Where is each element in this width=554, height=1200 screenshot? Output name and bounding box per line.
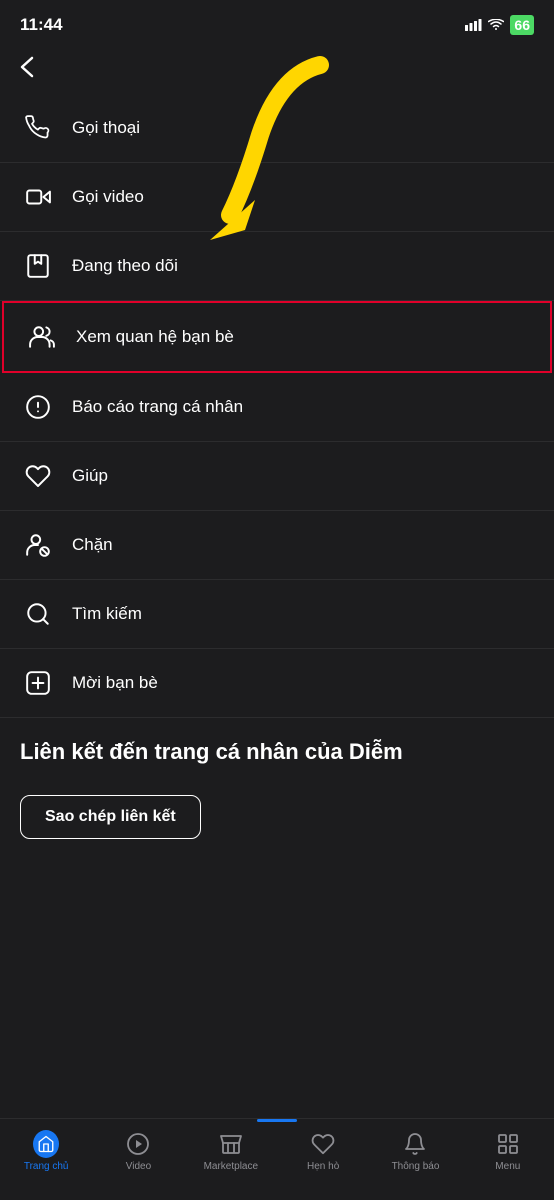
nav-label-menu: Menu bbox=[495, 1161, 520, 1172]
store-icon bbox=[218, 1131, 244, 1157]
signal-icon bbox=[465, 19, 482, 31]
menu-item-bao-cao[interactable]: Báo cáo trang cá nhân bbox=[0, 373, 554, 442]
nav-label-hen-ho: Hẹn hò bbox=[307, 1161, 339, 1172]
menu-label-xem-quan-he: Xem quan hệ bạn bè bbox=[76, 327, 234, 347]
menu-list: Gọi thoại Gọi video Đang theo dõi Xem qu… bbox=[0, 94, 554, 718]
nav-label-thong-bao: Thông báo bbox=[392, 1161, 440, 1172]
nav-item-menu[interactable]: Menu bbox=[462, 1127, 554, 1172]
menu-item-giup[interactable]: Giúp bbox=[0, 442, 554, 511]
nav-item-marketplace[interactable]: Marketplace bbox=[185, 1127, 277, 1172]
video-icon bbox=[20, 179, 56, 215]
add-person-icon bbox=[20, 665, 56, 701]
battery-indicator: 66 bbox=[510, 15, 534, 35]
menu-label-moi-ban-be: Mời bạn bè bbox=[72, 673, 158, 693]
alert-icon bbox=[20, 389, 56, 425]
nav-item-video[interactable]: Video bbox=[92, 1127, 184, 1172]
status-time: 11:44 bbox=[20, 15, 63, 35]
phone-icon bbox=[20, 110, 56, 146]
wifi-icon bbox=[488, 19, 504, 31]
menu-label-goi-thoai: Gọi thoại bbox=[72, 118, 140, 138]
menu-label-bao-cao: Báo cáo trang cá nhân bbox=[72, 397, 243, 417]
grid-icon bbox=[495, 1131, 521, 1157]
heart-icon bbox=[20, 458, 56, 494]
menu-item-dang-theo-doi[interactable]: Đang theo dõi bbox=[0, 232, 554, 301]
people-icon bbox=[24, 319, 60, 355]
menu-item-chan[interactable]: Chặn bbox=[0, 511, 554, 580]
menu-item-moi-ban-be[interactable]: Mời bạn bè bbox=[0, 649, 554, 718]
bottom-nav: Trang chủ Video Marketplace Hẹn hò bbox=[0, 1118, 554, 1200]
home-icon bbox=[33, 1131, 59, 1157]
menu-item-tim-kiem[interactable]: Tìm kiếm bbox=[0, 580, 554, 649]
nav-item-trang-chu[interactable]: Trang chủ bbox=[0, 1127, 92, 1172]
nav-item-thong-bao[interactable]: Thông báo bbox=[369, 1127, 461, 1172]
bell-icon bbox=[402, 1131, 428, 1157]
menu-item-goi-video[interactable]: Gọi video bbox=[0, 163, 554, 232]
menu-label-goi-video: Gọi video bbox=[72, 187, 144, 207]
active-indicator bbox=[257, 1119, 297, 1122]
back-button[interactable] bbox=[0, 44, 554, 94]
menu-label-tim-kiem: Tìm kiếm bbox=[72, 604, 142, 624]
nav-label-trang-chu: Trang chủ bbox=[24, 1161, 69, 1172]
copy-link-button[interactable]: Sao chép liên kết bbox=[20, 795, 201, 839]
heart-nav-icon bbox=[310, 1131, 336, 1157]
nav-label-marketplace: Marketplace bbox=[204, 1161, 258, 1172]
bookmark-icon bbox=[20, 248, 56, 284]
menu-label-giup: Giúp bbox=[72, 466, 108, 486]
status-icons: 66 bbox=[465, 15, 534, 35]
search-icon bbox=[20, 596, 56, 632]
video-nav-icon bbox=[125, 1131, 151, 1157]
menu-label-dang-theo-doi: Đang theo dõi bbox=[72, 256, 178, 276]
menu-item-goi-thoai[interactable]: Gọi thoại bbox=[0, 94, 554, 163]
block-icon bbox=[20, 527, 56, 563]
menu-item-xem-quan-he[interactable]: Xem quan hệ bạn bè bbox=[2, 301, 552, 373]
menu-label-chan: Chặn bbox=[72, 535, 113, 555]
status-bar: 11:44 66 bbox=[0, 0, 554, 44]
nav-label-video: Video bbox=[126, 1161, 151, 1172]
nav-item-hen-ho[interactable]: Hẹn hò bbox=[277, 1127, 369, 1172]
section-title: Liên kết đến trang cá nhân của Diễm bbox=[0, 718, 554, 775]
